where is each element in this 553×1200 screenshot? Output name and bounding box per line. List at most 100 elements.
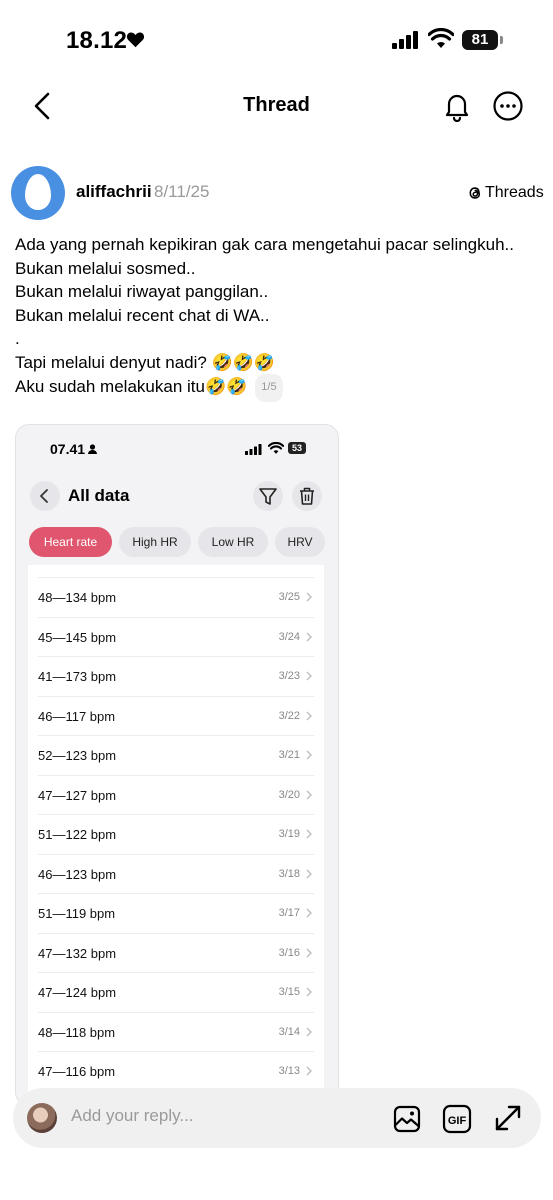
record-range: 45—145 bpm: [38, 629, 117, 645]
heart-rate-record-list: 48—134 bpm 3/25 45—145 bpm 3/24 41—173 bpm…: [28, 565, 324, 1105]
record-range: 47—116 bpm: [38, 1064, 116, 1079]
record-row: 47—132 bpm 3/16: [38, 932, 314, 974]
attached-screenshot[interactable]: 07.41 53 All data Heart rate High HR Low…: [15, 424, 339, 1106]
chevron-right-icon: [306, 750, 312, 760]
battery-tip: [500, 36, 503, 44]
default-avatar-egg: [25, 174, 51, 210]
record-date: 3/25: [278, 591, 300, 603]
record-row: 45—145 bpm 3/24: [38, 616, 314, 658]
threads-logo-icon: [469, 187, 481, 199]
inner-wifi-icon: [268, 442, 284, 454]
chevron-right-icon: [306, 829, 312, 839]
inner-back-button: [30, 481, 60, 511]
record-row: 52—123 bpm 3/21: [38, 735, 314, 776]
post-line: Bukan melalui sosmed..: [15, 258, 196, 278]
record-row: 46—123 bpm 3/18: [38, 853, 314, 895]
more-options-icon[interactable]: [492, 90, 524, 122]
record-range: 47—127 bpm: [38, 787, 117, 803]
status-bar: 18.12 81: [0, 0, 553, 80]
chevron-right-icon: [306, 1066, 312, 1076]
record-date: 3/18: [278, 867, 300, 880]
record-range: 52—123 bpm: [38, 748, 117, 763]
gif-button[interactable]: GIF: [442, 1104, 472, 1134]
record-row: 51—122 bpm 3/19: [38, 814, 314, 855]
chip-heart-rate: Heart rate: [29, 527, 112, 557]
battery-indicator: 81: [462, 30, 498, 50]
chip-hrv: HRV: [275, 527, 325, 557]
record-range: 47—124 bpm: [38, 985, 117, 1000]
chevron-right-icon: [306, 987, 312, 997]
record-date: 3/21: [278, 749, 300, 761]
reply-input[interactable]: [71, 1106, 371, 1126]
record-date: 3/19: [278, 828, 300, 840]
chevron-right-icon: [306, 632, 312, 641]
avatar[interactable]: [11, 166, 65, 220]
post-line-last: Aku sudah melakukan itu🤣🤣 1/5: [15, 374, 514, 402]
record-row: 48—118 bpm 3/14: [38, 1011, 314, 1053]
record-date: 3/23: [278, 670, 300, 682]
record-date: 3/15: [278, 986, 300, 998]
record-row: 47—124 bpm 3/15: [38, 972, 314, 1013]
inner-status-time: 07.41: [50, 441, 86, 457]
page-indicator: 1/5: [255, 374, 283, 402]
post-line: Aku sudah melakukan itu🤣🤣: [15, 377, 248, 397]
threads-source-label: Threads: [485, 184, 544, 201]
chevron-right-icon: [306, 908, 312, 918]
wifi-icon: [428, 28, 454, 48]
chevron-right-icon: [306, 1027, 312, 1036]
inner-battery-indicator: 53: [288, 442, 306, 454]
record-date: 3/13: [278, 1065, 300, 1077]
chip-low-hr: Low HR: [198, 527, 268, 557]
post-line: Bukan melalui riwayat panggilan..: [15, 282, 269, 301]
record-date: 3/20: [278, 788, 300, 801]
chevron-left-icon: [40, 489, 48, 503]
record-row: 47—127 bpm 3/20: [38, 774, 314, 816]
filter-icon: [259, 488, 277, 505]
record-range: 47—132 bpm: [38, 945, 117, 961]
status-time: 18.12: [66, 27, 128, 54]
post-line: Ada yang pernah kepikiran gak cara menge…: [15, 235, 514, 254]
current-user-avatar: [27, 1103, 57, 1133]
image-attach-icon[interactable]: [392, 1104, 422, 1134]
person-icon: [88, 444, 97, 454]
chevron-right-icon: [306, 790, 312, 799]
post-line: Tapi melalui denyut nadi? 🤣🤣🤣: [15, 352, 276, 372]
record-date: 3/17: [278, 907, 300, 919]
gif-label: GIF: [448, 1115, 467, 1127]
cellular-signal-icon: [392, 31, 418, 49]
record-date: 3/16: [278, 946, 300, 959]
reply-bar: GIF: [13, 1088, 541, 1148]
record-range: 46—123 bpm: [38, 866, 117, 882]
inner-signal-icon: [245, 444, 262, 455]
inner-page-title: All data: [68, 486, 130, 505]
record-row: 46—117 bpm 3/22: [38, 695, 314, 737]
record-row: 48—134 bpm 3/25: [38, 577, 314, 618]
post-line: Bukan melalui recent chat di WA..: [15, 305, 270, 325]
inner-filter-button: [253, 481, 283, 511]
inner-delete-button: [292, 481, 322, 511]
chevron-right-icon: [306, 671, 312, 681]
chip-high-hr: High HR: [119, 527, 191, 557]
notification-bell-icon[interactable]: [441, 90, 473, 122]
record-row: 41—173 bpm 3/23: [38, 656, 314, 697]
record-row: 47—116 bpm 3/13: [38, 1051, 314, 1092]
chevron-right-icon: [306, 592, 312, 602]
record-date: 3/24: [278, 630, 300, 643]
username[interactable]: aliffachrii: [76, 182, 152, 202]
record-range: 51—122 bpm: [38, 827, 117, 842]
chevron-right-icon: [306, 948, 312, 957]
record-range: 48—134 bpm: [38, 590, 117, 605]
record-range: 51—119 bpm: [38, 906, 116, 921]
expand-icon[interactable]: [492, 1102, 524, 1134]
post-body: Ada yang pernah kepikiran gak cara menge…: [15, 233, 514, 402]
post-line: .: [15, 329, 20, 348]
record-date: 3/14: [278, 1025, 300, 1038]
record-row: 51—119 bpm 3/17: [38, 893, 314, 934]
heart-icon: [126, 32, 145, 48]
record-range: 48—118 bpm: [38, 1024, 116, 1040]
record-range: 41—173 bpm: [38, 669, 117, 684]
post-date: 8/11/25: [154, 182, 210, 201]
trash-icon: [300, 487, 314, 505]
chevron-right-icon: [306, 869, 312, 878]
record-date: 3/22: [278, 709, 300, 722]
